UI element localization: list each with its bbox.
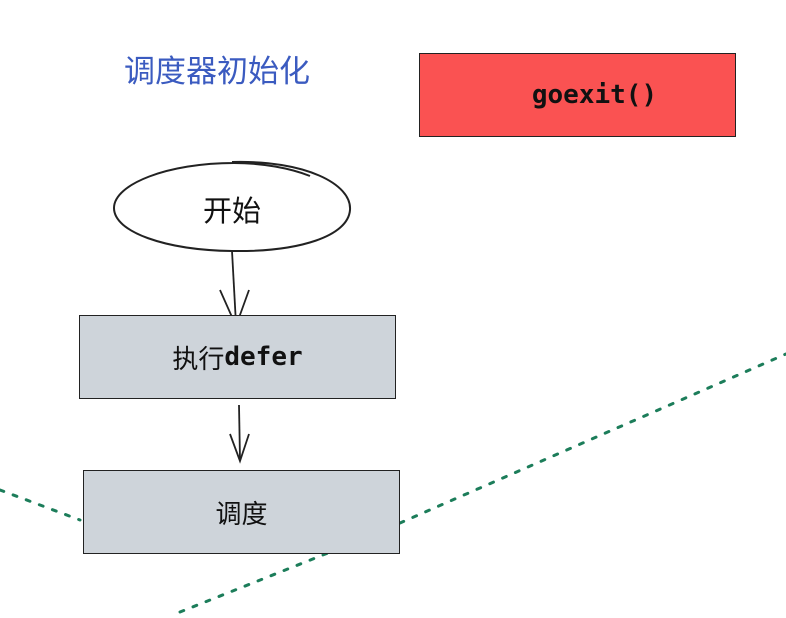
start-node-label: 开始 bbox=[202, 194, 261, 228]
arrow-defer-to-schedule bbox=[238, 404, 241, 461]
dotted-connector-upper-right bbox=[398, 352, 786, 525]
schedule-label: 调度 bbox=[215, 499, 268, 530]
defer-box: 执行 defer bbox=[79, 315, 396, 399]
top-clipped-text: sched bbox=[474, 0, 521, 4]
arrow-start-to-defer bbox=[231, 250, 237, 325]
goexit-label: goexit() bbox=[531, 80, 658, 110]
goexit-box: goexit() bbox=[419, 53, 736, 137]
dotted-connector-left bbox=[0, 488, 82, 522]
defer-label-code: defer bbox=[224, 342, 303, 372]
diagram-title: 调度器初始化 bbox=[124, 54, 310, 90]
schedule-box: 调度 bbox=[83, 470, 400, 554]
defer-label-cjk: 执行 bbox=[172, 344, 225, 375]
